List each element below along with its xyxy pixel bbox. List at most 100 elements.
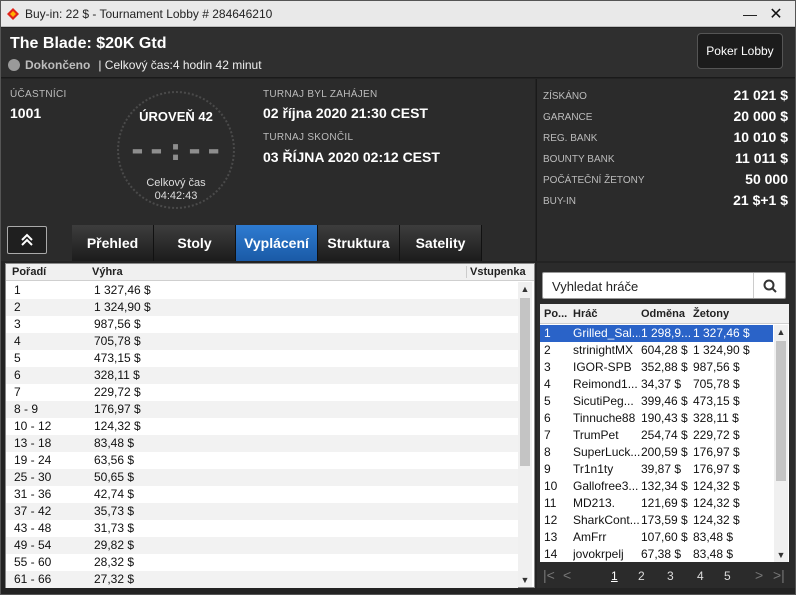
- tab-satellites[interactable]: Satelity: [400, 225, 482, 261]
- scroll-up-icon[interactable]: ▲: [518, 282, 532, 296]
- level-label: ÚROVEŇ 42: [139, 109, 213, 124]
- list-item[interactable]: 5 SicutiPeg... 399,46 $ 473,15 $: [540, 393, 773, 410]
- list-item[interactable]: 3 IGOR-SPB 352,88 $ 987,56 $: [540, 359, 773, 376]
- started-label: TURNAJ BYL ZAHÁJEN: [263, 89, 378, 100]
- player-cell: MD213.: [573, 496, 616, 510]
- reward-cell: 399,46 $: [641, 394, 688, 408]
- reward-cell: 107,60 $: [641, 530, 688, 544]
- list-item[interactable]: 1 Grilled_Sal... 1 298,9... 1 327,46 $: [540, 325, 773, 342]
- scroll-down-icon[interactable]: ▼: [518, 573, 532, 587]
- stat-row: BUY-IN 21 $+1 $: [543, 192, 788, 212]
- table-row: 6 328,11 $: [6, 367, 518, 384]
- table-row: 31 - 36 42,74 $: [6, 486, 518, 503]
- player-cell: Reimond1...: [573, 377, 638, 391]
- scroll-thumb[interactable]: [520, 298, 530, 466]
- table-row: 8 - 9 176,97 $: [6, 401, 518, 418]
- prev-page-icon[interactable]: <: [563, 567, 571, 583]
- tab-structure[interactable]: Struktura: [318, 225, 400, 261]
- list-item[interactable]: 9 Tr1n1ty 39,87 $ 176,97 $: [540, 461, 773, 478]
- place-cell: 31 - 36: [14, 487, 52, 501]
- chips-cell: 124,32 $: [693, 496, 740, 510]
- pokerstars-logo-icon: [7, 7, 19, 20]
- list-item[interactable]: 14 jovokrpelj 67,38 $ 83,48 $: [540, 546, 773, 563]
- table-row: 3 987,56 $: [6, 316, 518, 333]
- prize-cell: 29,82 $: [94, 538, 135, 552]
- payout-table: Pořadí Výhra Vstupenka 1 1 327,46 $ 2 1 324…: [5, 263, 535, 588]
- place-cell: 2: [14, 300, 21, 314]
- tab-payouts[interactable]: Vyplácení: [236, 225, 318, 261]
- column-header-place[interactable]: Pořadí: [12, 266, 46, 278]
- reward-cell: 1 298,9...: [641, 326, 692, 340]
- position-cell: 10: [544, 479, 558, 493]
- reward-cell: 39,87 $: [641, 462, 682, 476]
- tab-tables[interactable]: Stoly: [154, 225, 236, 261]
- first-page-icon[interactable]: |<: [543, 567, 555, 583]
- search-button[interactable]: [753, 273, 785, 298]
- prize-cell: 705,78 $: [94, 334, 141, 348]
- prize-cell: 27,32 $: [94, 572, 135, 586]
- page-3[interactable]: 3: [667, 569, 674, 583]
- player-cell: jovokrpelj: [573, 547, 624, 561]
- position-cell: 13: [544, 530, 558, 544]
- player-cell: SharkCont...: [573, 513, 640, 527]
- player-cell: strinightMX: [573, 343, 634, 357]
- column-header-position[interactable]: Po...: [544, 308, 567, 320]
- chips-cell: 83,48 $: [693, 530, 734, 544]
- place-cell: 13 - 18: [14, 436, 52, 450]
- page-5[interactable]: 5: [724, 569, 731, 583]
- list-item[interactable]: 12 SharkCont... 173,59 $ 124,32 $: [540, 512, 773, 529]
- players-table: Po... Hráč Odměna Žetony 1 Grilled_Sal...…: [540, 304, 789, 562]
- payout-scrollbar[interactable]: ▲ ▼: [518, 282, 532, 587]
- search-input[interactable]: Vyhledat hráče: [552, 279, 638, 294]
- column-header-reward[interactable]: Odměna: [641, 308, 685, 320]
- page-2[interactable]: 2: [638, 569, 645, 583]
- stat-value: 20 000 $: [733, 108, 789, 124]
- page-1[interactable]: 1: [611, 569, 618, 583]
- chips-cell: 1 324,90 $: [693, 343, 750, 357]
- list-item[interactable]: 2 strinightMX 604,28 $ 1 324,90 $: [540, 342, 773, 359]
- reward-cell: 200,59 $: [641, 445, 688, 459]
- list-item[interactable]: 11 MD213. 121,69 $ 124,32 $: [540, 495, 773, 512]
- scroll-down-icon[interactable]: ▼: [774, 548, 788, 562]
- position-cell: 11: [544, 496, 557, 510]
- list-item[interactable]: 4 Reimond1... 34,37 $ 705,78 $: [540, 376, 773, 393]
- tab-overview[interactable]: Přehled: [72, 225, 154, 261]
- prize-cell: 176,97 $: [94, 402, 141, 416]
- close-button[interactable]: ✕: [765, 3, 787, 25]
- ended-label: TURNAJ SKONČIL: [263, 132, 354, 143]
- table-row: 13 - 18 83,48 $: [6, 435, 518, 452]
- stat-row: ZÍSKÁNO 21 021 $: [543, 87, 788, 107]
- player-cell: SuperLuck...: [573, 445, 640, 459]
- prize-cell: 50,65 $: [94, 470, 135, 484]
- next-page-icon[interactable]: >: [755, 567, 763, 583]
- column-header-ticket[interactable]: Vstupenka: [466, 266, 526, 278]
- last-page-icon[interactable]: >|: [773, 567, 785, 583]
- reward-cell: 173,59 $: [641, 513, 688, 527]
- list-item[interactable]: 7 TrumPet 254,74 $ 229,72 $: [540, 427, 773, 444]
- player-cell: AmFrr: [573, 530, 607, 544]
- minimize-button[interactable]: —: [739, 3, 761, 25]
- column-header-player[interactable]: Hráč: [573, 308, 597, 320]
- list-item[interactable]: 13 AmFrr 107,60 $ 83,48 $: [540, 529, 773, 546]
- table-row: 1 1 327,46 $: [6, 282, 518, 299]
- column-header-chips[interactable]: Žetony: [693, 308, 729, 320]
- collapse-button[interactable]: [7, 226, 47, 254]
- place-cell: 8 - 9: [14, 402, 39, 416]
- player-cell: Tinnuche88: [573, 411, 636, 425]
- place-cell: 19 - 24: [14, 453, 52, 467]
- reward-cell: 604,28 $: [641, 343, 688, 357]
- players-scrollbar[interactable]: ▲ ▼: [774, 325, 788, 562]
- list-item[interactable]: 8 SuperLuck... 200,59 $ 176,97 $: [540, 444, 773, 461]
- scroll-up-icon[interactable]: ▲: [774, 325, 788, 339]
- level-clock: ÚROVEŇ 42 --:-- Celkový čas 04:42:43: [117, 91, 235, 209]
- players-pager: |< < 1 2 3 4 5 > >|: [537, 565, 795, 587]
- table-row: 49 - 54 29,82 $: [6, 537, 518, 554]
- column-header-prize[interactable]: Výhra: [92, 266, 123, 278]
- prize-cell: 42,74 $: [94, 487, 135, 501]
- poker-lobby-button[interactable]: Poker Lobby: [697, 33, 783, 69]
- page-4[interactable]: 4: [697, 569, 704, 583]
- place-cell: 49 - 54: [14, 538, 52, 552]
- list-item[interactable]: 6 Tinnuche88 190,43 $ 328,11 $: [540, 410, 773, 427]
- scroll-thumb[interactable]: [776, 341, 786, 481]
- list-item[interactable]: 10 Gallofree3... 132,34 $ 124,32 $: [540, 478, 773, 495]
